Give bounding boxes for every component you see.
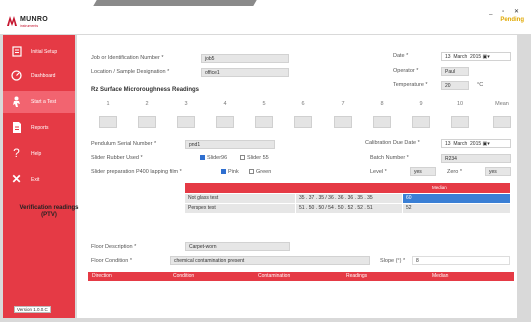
sidebar-item-label: Initial Setup xyxy=(31,49,58,55)
verification-row-label: Not glass test xyxy=(185,194,295,203)
level-select[interactable]: yes xyxy=(410,167,436,176)
sidebar-item-exit[interactable]: ✕ Exit xyxy=(3,169,75,191)
column-header: Condition xyxy=(173,273,195,279)
reading-input[interactable] xyxy=(451,116,469,128)
reading-input[interactable] xyxy=(373,116,391,128)
reading-number: 3 xyxy=(184,101,188,107)
window-controls[interactable]: _ ▫ ✕ xyxy=(489,8,523,15)
reading-input[interactable] xyxy=(334,116,352,128)
batch-number-label: Batch Number * xyxy=(370,155,409,161)
sidebar-item-start-a-test[interactable]: Start a Test xyxy=(3,91,75,113)
rz-readings-title: Rz Surface Microroughness Readings xyxy=(91,87,200,93)
location-label: Location / Sample Designation * xyxy=(91,69,170,75)
close-icon: ✕ xyxy=(11,172,22,186)
temperature-unit: °C xyxy=(477,82,484,88)
status-badge: Pending xyxy=(500,17,524,23)
results-table-header: Direction Condition Contamination Readin… xyxy=(88,272,514,281)
reading-input[interactable] xyxy=(138,116,156,128)
sidebar-item-dashboard[interactable]: Dashboard xyxy=(3,65,75,87)
column-header: Readings xyxy=(346,273,368,279)
sidebar-item-label: Start a Test xyxy=(31,99,57,105)
verification-row-label: Perspex test xyxy=(185,204,295,213)
slope-input[interactable]: 8 xyxy=(412,256,510,265)
pendulum-input[interactable]: pnd1 xyxy=(185,140,275,149)
green-checkbox[interactable]: Green xyxy=(249,169,271,175)
zero-select[interactable]: yes xyxy=(485,167,511,176)
operator-input[interactable]: Paul xyxy=(441,67,469,76)
calibration-label: Calibration Due Date * xyxy=(365,140,420,146)
reading-number: 7 xyxy=(341,101,345,107)
mean-output xyxy=(493,116,511,128)
title-bar: MUNRO instruments _ ▫ ✕ Pending xyxy=(0,0,531,34)
help-icon: ? xyxy=(13,146,20,160)
reading-number: 8 xyxy=(380,101,384,107)
calibration-date-picker[interactable]: 13 March 2015 ▣▾ xyxy=(441,139,511,148)
pendulum-label: Pendulum Serial Number * xyxy=(91,141,157,147)
sidebar-item-label: Exit xyxy=(31,177,40,183)
verification-row-median: 60 xyxy=(403,194,510,203)
version-label: Version 1.0.0.C xyxy=(14,306,51,313)
reading-number: Mean xyxy=(495,101,509,107)
floor-description-label: Floor Description * xyxy=(91,244,137,250)
reading-input[interactable] xyxy=(255,116,273,128)
slider-rubber-label: Slider Rubber Used * xyxy=(91,155,143,161)
reading-input[interactable] xyxy=(216,116,234,128)
verification-header-band xyxy=(185,183,510,193)
reading-input[interactable] xyxy=(412,116,430,128)
sidebar-item-help[interactable]: ? Help xyxy=(3,143,75,165)
date-picker[interactable]: 13 March 2015 ▣▾ xyxy=(441,52,511,61)
sidebar-item-label: Help xyxy=(31,151,42,157)
person-icon xyxy=(11,96,22,107)
clipboard-icon xyxy=(11,46,22,57)
logo-mark-icon xyxy=(7,16,17,26)
sidebar-item-label: Dashboard xyxy=(31,73,56,79)
floor-condition-label: Floor Condition * xyxy=(91,258,132,264)
job-number-label: Job or Identification Number * xyxy=(91,55,164,61)
munro-logo: MUNRO instruments xyxy=(7,14,49,34)
brand-subtitle: instruments xyxy=(20,24,39,28)
batch-number-input[interactable]: R234 xyxy=(441,154,511,163)
column-header: Direction xyxy=(92,273,112,279)
verification-row-median: 52 xyxy=(403,204,510,213)
floor-description-input[interactable]: Carpet-worn xyxy=(185,242,290,251)
brand-name: MUNRO xyxy=(20,16,48,23)
report-icon xyxy=(11,122,22,133)
reading-number: 9 xyxy=(419,101,423,107)
location-input[interactable]: office1 xyxy=(201,68,289,77)
median-header: Median xyxy=(432,185,447,190)
slider55-checkbox[interactable]: Slider 55 xyxy=(240,155,269,161)
reading-number: 5 xyxy=(262,101,266,107)
verification-row-values[interactable]: 51 . 50 . 50 / 54 . 50 . 52 . 52 . 51 xyxy=(296,204,402,213)
reading-input[interactable] xyxy=(177,116,195,128)
job-number-input[interactable]: job5 xyxy=(201,54,289,63)
column-header: Contamination xyxy=(258,273,291,279)
reading-number: 1 xyxy=(106,101,110,107)
reading-input[interactable] xyxy=(99,116,117,128)
verification-row-values[interactable]: 35 . 37 . 35 / 36 . 36 . 36 . 35 . 35 xyxy=(296,194,402,203)
slider-prep-label: Slider preparation P400 lapping film * xyxy=(91,169,182,175)
temperature-input[interactable]: 20 xyxy=(441,81,469,90)
sidebar-item-label: Reports xyxy=(31,125,49,131)
dashboard-icon xyxy=(11,70,22,81)
decorative-shade xyxy=(93,0,257,6)
column-header: Median xyxy=(432,273,449,279)
zero-label: Zero * xyxy=(447,169,462,175)
operator-label: Operator * xyxy=(393,68,419,74)
date-label: Date * xyxy=(393,53,409,59)
floor-condition-input[interactable]: chemical contamination present xyxy=(170,256,370,265)
reading-number: 10 xyxy=(456,101,464,107)
pink-checkbox[interactable]: Pink xyxy=(221,169,239,175)
reading-number: 2 xyxy=(145,101,149,107)
sidebar-item-initial-setup[interactable]: Initial Setup xyxy=(3,41,75,63)
verification-title: Verification readings (PTV) xyxy=(19,205,79,218)
sidebar: Initial Setup Dashboard Start a Test Rep… xyxy=(3,35,75,318)
reading-number: 6 xyxy=(301,101,305,107)
slider96-checkbox[interactable]: Slider96 xyxy=(200,155,227,161)
reading-input[interactable] xyxy=(294,116,312,128)
slope-label: Slope (°) * xyxy=(380,258,406,264)
temperature-label: Temperature * xyxy=(393,82,428,88)
level-label: Level * xyxy=(370,169,387,175)
reading-number: 4 xyxy=(223,101,227,107)
sidebar-item-reports[interactable]: Reports xyxy=(3,117,75,139)
